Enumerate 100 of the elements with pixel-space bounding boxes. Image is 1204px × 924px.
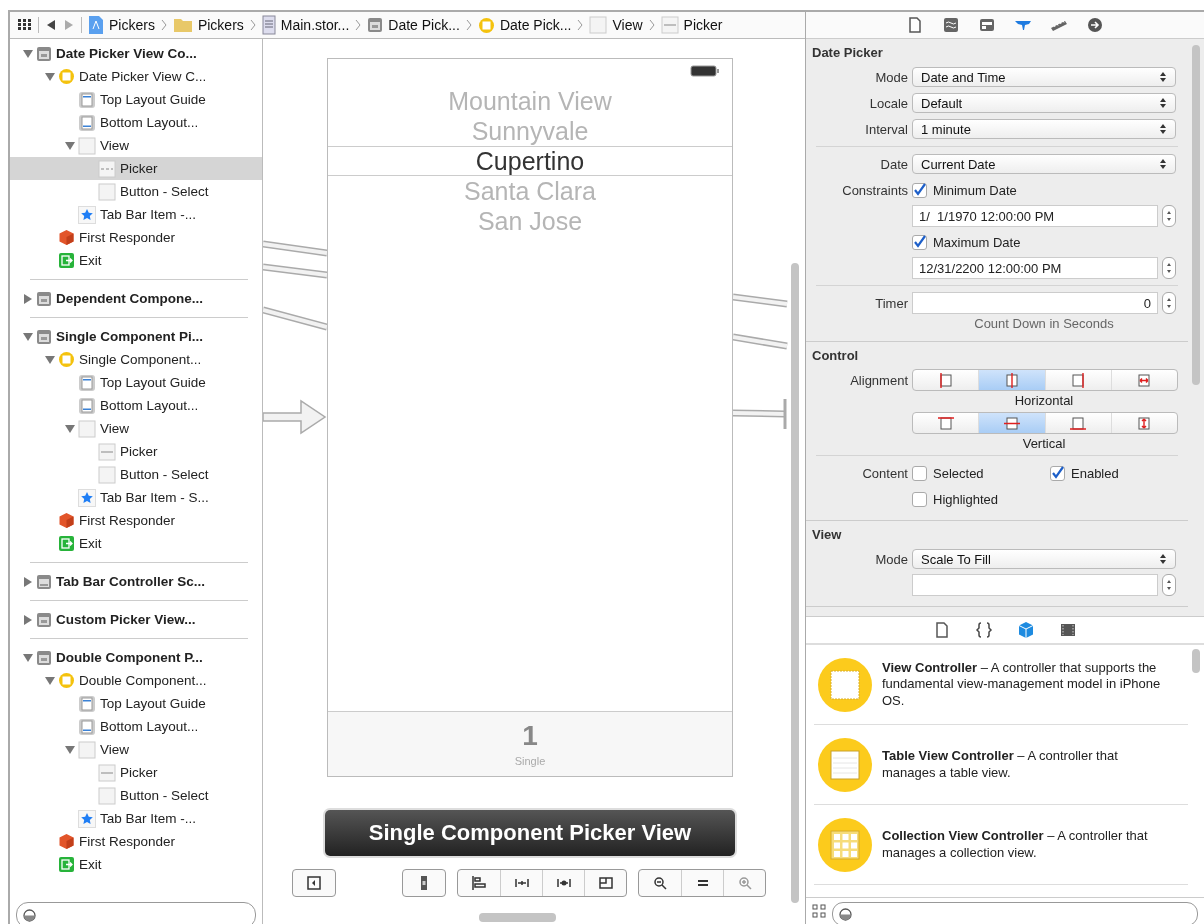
- outline-row[interactable]: Exit: [10, 532, 262, 555]
- disclosure-triangle-icon[interactable]: [23, 614, 33, 625]
- outline-row[interactable]: Tab Bar Controller Sc...: [10, 570, 262, 593]
- breadcrumb-item[interactable]: Date Pick...: [367, 17, 460, 33]
- disclosure-triangle-icon[interactable]: [23, 48, 33, 59]
- disclosure-triangle-icon[interactable]: [45, 71, 55, 82]
- stepper[interactable]: [1162, 574, 1176, 596]
- disclosure-triangle-icon[interactable]: [65, 140, 75, 151]
- file-icon: [261, 15, 276, 35]
- city-option[interactable]: Cupertino: [328, 146, 732, 176]
- outline-row[interactable]: Date Picker View Co...: [10, 42, 262, 65]
- disclosure-triangle-icon[interactable]: [45, 675, 55, 686]
- outline-row[interactable]: Double Component...: [10, 669, 262, 692]
- outline-row[interactable]: Top Layout Guide: [10, 692, 262, 715]
- segmented-control[interactable]: [912, 412, 1178, 434]
- outline-row[interactable]: Bottom Layout...: [10, 394, 262, 417]
- outline-label: Picker: [120, 161, 158, 176]
- outline-row[interactable]: First Responder: [10, 509, 262, 532]
- outline-row[interactable]: Picker: [10, 761, 262, 784]
- breadcrumb-item[interactable]: Picker: [660, 16, 723, 34]
- outline-row[interactable]: Button - Select: [10, 784, 262, 807]
- outline-row[interactable]: Exit: [10, 249, 262, 272]
- popup-button[interactable]: Current Date: [912, 154, 1176, 174]
- checkbox[interactable]: [912, 491, 927, 507]
- outline-label: Tab Bar Item - S...: [100, 490, 209, 505]
- number-field[interactable]: 0: [912, 292, 1158, 314]
- input-field[interactable]: [912, 574, 1158, 596]
- popup-button[interactable]: Date and Time: [912, 67, 1176, 87]
- outline-row[interactable]: View: [10, 134, 262, 157]
- outline-row[interactable]: Single Component Pi...: [10, 325, 262, 348]
- outline-row[interactable]: Button - Select: [10, 463, 262, 486]
- checkbox-option[interactable]: Enabled: [1050, 465, 1188, 481]
- input-field[interactable]: 12/31/2200 12:00:00 PM: [912, 257, 1158, 279]
- checkbox-option[interactable]: Minimum Date: [912, 182, 1050, 198]
- outline-row[interactable]: Top Layout Guide: [10, 88, 262, 111]
- filter-field[interactable]: [16, 902, 256, 924]
- breadcrumb-item[interactable]: Main.stor...: [261, 15, 350, 35]
- outline-row[interactable]: View: [10, 417, 262, 440]
- top-guide-icon: [78, 694, 96, 713]
- popup-button[interactable]: 1 minute: [912, 119, 1176, 139]
- scrollbar-thumb[interactable]: [479, 913, 556, 922]
- stepper[interactable]: [1162, 292, 1176, 314]
- segment[interactable]: [978, 413, 1045, 433]
- outline-row[interactable]: Picker: [10, 157, 262, 180]
- disclosure-triangle-icon[interactable]: [23, 652, 33, 663]
- library-tab[interactable]: [973, 619, 995, 641]
- segmented-control[interactable]: [912, 369, 1178, 391]
- input-field[interactable]: 1/ 1/1970 12:00:00 PM: [912, 205, 1158, 227]
- breadcrumb-item[interactable]: Pickers: [88, 15, 155, 35]
- checkbox-option[interactable]: Selected: [912, 465, 1050, 481]
- outline-row[interactable]: View: [10, 738, 262, 761]
- stepper[interactable]: [1162, 205, 1176, 227]
- checkbox[interactable]: [912, 234, 927, 250]
- checkbox[interactable]: [912, 182, 927, 198]
- disclosure-triangle-icon[interactable]: [23, 576, 33, 587]
- outline-row[interactable]: Dependent Compone...: [10, 287, 262, 310]
- outline-row[interactable]: First Responder: [10, 226, 262, 249]
- checkbox[interactable]: [1050, 465, 1065, 481]
- stepper[interactable]: [1162, 257, 1176, 279]
- field-label: Mode: [874, 69, 909, 85]
- breadcrumb-item[interactable]: Pickers: [172, 17, 244, 33]
- disclosure-triangle-icon[interactable]: [45, 354, 55, 365]
- back-icon[interactable]: [45, 19, 57, 31]
- outline-row[interactable]: Double Component P...: [10, 646, 262, 669]
- outline-row[interactable]: Tab Bar Item -...: [10, 807, 262, 830]
- checkbox[interactable]: [912, 465, 927, 481]
- popup-button[interactable]: Scale To Fill: [912, 549, 1176, 569]
- scrollbar-thumb[interactable]: [1192, 45, 1200, 385]
- breadcrumb-item[interactable]: View: [589, 16, 643, 34]
- outline-row[interactable]: Picker: [10, 440, 262, 463]
- library-item[interactable]: View Controller – A controller that supports the fundamental view-management model in iPhone OS.: [814, 645, 1188, 725]
- disclosure-triangle-icon[interactable]: [65, 744, 75, 755]
- outline-row[interactable]: Tab Bar Item -...: [10, 203, 262, 226]
- checkbox-option[interactable]: Highlighted: [912, 491, 1050, 507]
- outline-row[interactable]: Exit: [10, 853, 262, 876]
- picker-icon: [98, 763, 116, 782]
- disclosure-triangle-icon[interactable]: [23, 293, 33, 304]
- scrollbar-thumb[interactable]: [791, 263, 799, 903]
- up-down-arrows-icon: [1159, 553, 1167, 565]
- checkbox-option[interactable]: Maximum Date: [912, 234, 1050, 250]
- outline-row[interactable]: Date Picker View C...: [10, 65, 262, 88]
- breadcrumb-item[interactable]: Date Pick...: [477, 16, 572, 34]
- outline-row[interactable]: First Responder: [10, 830, 262, 853]
- outline-row[interactable]: Button - Select: [10, 180, 262, 203]
- popup-button[interactable]: Default: [912, 93, 1176, 113]
- grid-icon[interactable]: [18, 19, 32, 31]
- outline-row[interactable]: Bottom Layout...: [10, 715, 262, 738]
- disclosure-triangle-icon[interactable]: [65, 423, 75, 434]
- hint-text: Count Down in Seconds: [973, 316, 1115, 331]
- outline-row[interactable]: Single Component...: [10, 348, 262, 371]
- filter-field[interactable]: [832, 902, 1198, 924]
- library-item[interactable]: Table View Controller – A controller that manages a table view.: [814, 725, 1188, 805]
- outline-row[interactable]: Bottom Layout...: [10, 111, 262, 134]
- disclosure-triangle-icon[interactable]: [23, 331, 33, 342]
- scrollbar-thumb[interactable]: [1192, 649, 1200, 673]
- outline-row[interactable]: Top Layout Guide: [10, 371, 262, 394]
- outline-row[interactable]: Custom Picker View...: [10, 608, 262, 631]
- library-item[interactable]: Collection View Controller – A controller that manages a collection view.: [814, 805, 1188, 885]
- segment[interactable]: [978, 370, 1045, 390]
- outline-row[interactable]: Tab Bar Item - S...: [10, 486, 262, 509]
